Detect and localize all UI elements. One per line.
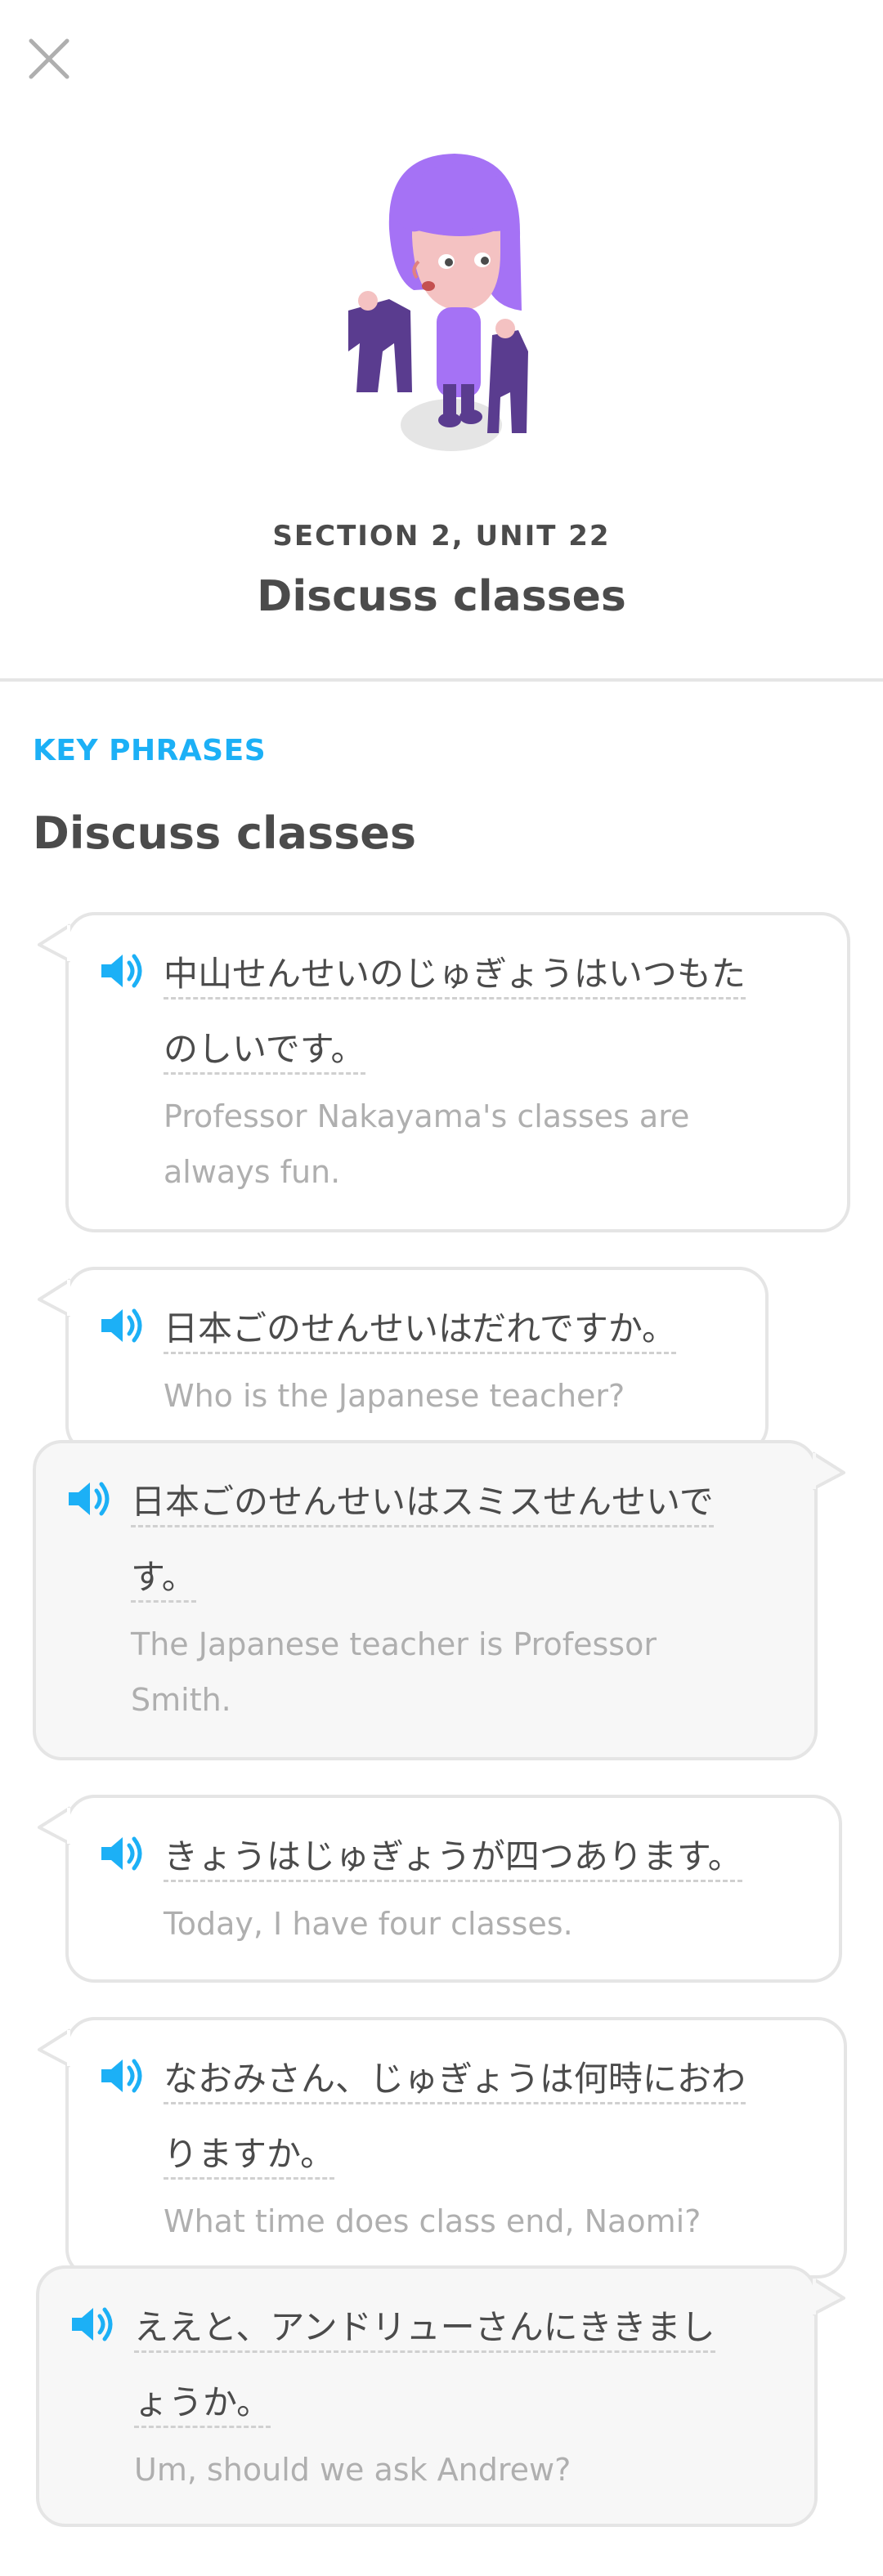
unit-title: Discuss classes <box>257 572 626 621</box>
phrase-japanese[interactable]: なおみさん、じゅぎょうは何時におわ <box>164 2059 746 2104</box>
key-phrases-label: KEY PHRASES <box>33 734 267 767</box>
phrase-translation: Who is the Japanese teacher? <box>164 1378 625 1414</box>
phrase-translation: What time does class end, Naomi? <box>164 2203 701 2239</box>
speaker-icon[interactable] <box>98 2055 147 2097</box>
phrase-bubble: 日本ごのせんせいはスミスせんせいで す。 The Japanese teache… <box>33 1440 845 1760</box>
phrase-japanese[interactable]: 日本ごのせんせいはだれですか。 <box>164 1308 677 1354</box>
phrase-bubble: きょうはじゅぎょうが四つあります。 Today, I have four cla… <box>38 1795 842 1983</box>
bubble-tail <box>38 924 70 963</box>
bubble-tail <box>38 2028 70 2068</box>
character-illustration <box>348 154 528 451</box>
phrase-bubble: 中山せんせいのじゅぎょうはいつもた のしいです。 Professor Nakay… <box>38 912 850 1232</box>
phrase-translation: Smith. <box>131 1682 231 1718</box>
phrase-translation: Today, I have four classes. <box>164 1906 573 1942</box>
header-divider <box>0 678 883 682</box>
phrase-translation: The Japanese teacher is Professor <box>131 1626 657 1662</box>
bubble-tail <box>813 2277 845 2316</box>
section-unit-label: SECTION 2, UNIT 22 <box>272 520 611 552</box>
phrase-japanese[interactable]: ょうか。 <box>134 2382 271 2428</box>
phrase-japanese[interactable]: のしいです。 <box>164 1029 365 1075</box>
phrase-bubble: なおみさん、じゅぎょうは何時におわ りますか。 What time does c… <box>38 2017 847 2279</box>
speaker-icon[interactable] <box>65 1478 114 1520</box>
phrase-bubble: ええと、アンドリューさんにききまし ょうか。 Um, should we ask… <box>36 2265 845 2527</box>
close-icon[interactable] <box>26 36 72 82</box>
key-phrases-title: Discuss classes <box>33 807 417 859</box>
phrase-translation: Professor Nakayama's classes are <box>164 1098 690 1134</box>
bubble-tail <box>813 1451 845 1491</box>
speaker-icon[interactable] <box>69 2303 118 2346</box>
phrase-translation: always fun. <box>164 1154 341 1190</box>
phrase-japanese[interactable]: きょうはじゅぎょうが四つあります。 <box>164 1836 742 1882</box>
bubble-tail <box>38 1806 70 1845</box>
speaker-icon[interactable] <box>98 1304 147 1347</box>
bubble-tail <box>38 1278 70 1317</box>
phrase-bubble: 日本ごのせんせいはだれですか。 Who is the Japanese teac… <box>38 1267 769 1455</box>
phrase-japanese[interactable]: ええと、アンドリューさんにききまし <box>134 2307 715 2353</box>
speaker-icon[interactable] <box>98 950 147 992</box>
speaker-icon[interactable] <box>98 1832 147 1875</box>
phrase-japanese[interactable]: りますか。 <box>164 2134 335 2180</box>
phrase-japanese[interactable]: 中山せんせいのじゅぎょうはいつもた <box>164 954 746 1000</box>
phrase-translation: Um, should we ask Andrew? <box>134 2452 571 2488</box>
phrase-japanese[interactable]: す。 <box>131 1557 196 1603</box>
phrase-japanese[interactable]: 日本ごのせんせいはスミスせんせいで <box>131 1482 714 1527</box>
